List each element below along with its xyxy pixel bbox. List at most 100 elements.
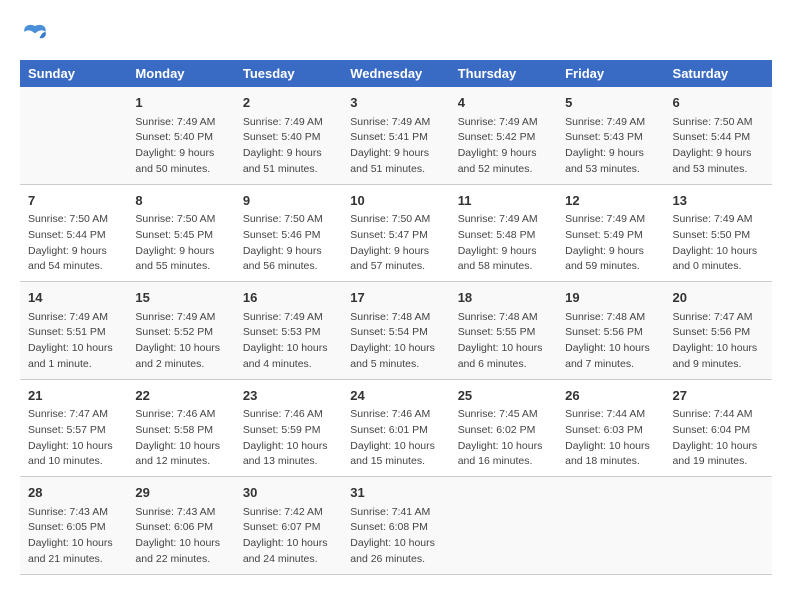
cell-content: Sunrise: 7:50 AM Sunset: 5:45 PM Dayligh… bbox=[135, 212, 226, 275]
calendar-cell: 9Sunrise: 7:50 AM Sunset: 5:46 PM Daylig… bbox=[235, 184, 342, 282]
calendar-cell bbox=[450, 477, 557, 575]
calendar-cell: 25Sunrise: 7:45 AM Sunset: 6:02 PM Dayli… bbox=[450, 379, 557, 477]
cell-content: Sunrise: 7:50 AM Sunset: 5:47 PM Dayligh… bbox=[350, 212, 441, 275]
cell-content: Sunrise: 7:49 AM Sunset: 5:48 PM Dayligh… bbox=[458, 212, 549, 275]
day-header-tuesday: Tuesday bbox=[235, 60, 342, 87]
day-number: 13 bbox=[673, 191, 764, 211]
day-header-monday: Monday bbox=[127, 60, 234, 87]
day-number: 16 bbox=[243, 288, 334, 308]
cell-content: Sunrise: 7:46 AM Sunset: 5:58 PM Dayligh… bbox=[135, 407, 226, 470]
days-header-row: SundayMondayTuesdayWednesdayThursdayFrid… bbox=[20, 60, 772, 87]
day-header-friday: Friday bbox=[557, 60, 664, 87]
day-number: 31 bbox=[350, 483, 441, 503]
day-number: 18 bbox=[458, 288, 549, 308]
day-header-sunday: Sunday bbox=[20, 60, 127, 87]
calendar-cell: 27Sunrise: 7:44 AM Sunset: 6:04 PM Dayli… bbox=[665, 379, 772, 477]
cell-content: Sunrise: 7:49 AM Sunset: 5:42 PM Dayligh… bbox=[458, 115, 549, 178]
cell-content: Sunrise: 7:49 AM Sunset: 5:43 PM Dayligh… bbox=[565, 115, 656, 178]
calendar-cell: 11Sunrise: 7:49 AM Sunset: 5:48 PM Dayli… bbox=[450, 184, 557, 282]
cell-content: Sunrise: 7:44 AM Sunset: 6:04 PM Dayligh… bbox=[673, 407, 764, 470]
day-number: 10 bbox=[350, 191, 441, 211]
cell-content: Sunrise: 7:49 AM Sunset: 5:51 PM Dayligh… bbox=[28, 310, 119, 373]
cell-content: Sunrise: 7:45 AM Sunset: 6:02 PM Dayligh… bbox=[458, 407, 549, 470]
calendar-cell: 29Sunrise: 7:43 AM Sunset: 6:06 PM Dayli… bbox=[127, 477, 234, 575]
page-header bbox=[20, 20, 772, 50]
day-number: 19 bbox=[565, 288, 656, 308]
day-number: 17 bbox=[350, 288, 441, 308]
cell-content: Sunrise: 7:50 AM Sunset: 5:44 PM Dayligh… bbox=[673, 115, 764, 178]
calendar-cell: 16Sunrise: 7:49 AM Sunset: 5:53 PM Dayli… bbox=[235, 282, 342, 380]
calendar-cell: 18Sunrise: 7:48 AM Sunset: 5:55 PM Dayli… bbox=[450, 282, 557, 380]
cell-content: Sunrise: 7:49 AM Sunset: 5:40 PM Dayligh… bbox=[135, 115, 226, 178]
cell-content: Sunrise: 7:41 AM Sunset: 6:08 PM Dayligh… bbox=[350, 505, 441, 568]
day-number: 7 bbox=[28, 191, 119, 211]
calendar-cell: 22Sunrise: 7:46 AM Sunset: 5:58 PM Dayli… bbox=[127, 379, 234, 477]
calendar-cell: 2Sunrise: 7:49 AM Sunset: 5:40 PM Daylig… bbox=[235, 87, 342, 184]
calendar-cell: 14Sunrise: 7:49 AM Sunset: 5:51 PM Dayli… bbox=[20, 282, 127, 380]
day-number: 28 bbox=[28, 483, 119, 503]
calendar-cell: 17Sunrise: 7:48 AM Sunset: 5:54 PM Dayli… bbox=[342, 282, 449, 380]
logo bbox=[20, 20, 54, 50]
calendar-cell: 23Sunrise: 7:46 AM Sunset: 5:59 PM Dayli… bbox=[235, 379, 342, 477]
day-header-thursday: Thursday bbox=[450, 60, 557, 87]
calendar-cell: 8Sunrise: 7:50 AM Sunset: 5:45 PM Daylig… bbox=[127, 184, 234, 282]
day-number: 24 bbox=[350, 386, 441, 406]
week-row-1: 1Sunrise: 7:49 AM Sunset: 5:40 PM Daylig… bbox=[20, 87, 772, 184]
week-row-3: 14Sunrise: 7:49 AM Sunset: 5:51 PM Dayli… bbox=[20, 282, 772, 380]
cell-content: Sunrise: 7:43 AM Sunset: 6:06 PM Dayligh… bbox=[135, 505, 226, 568]
day-number: 27 bbox=[673, 386, 764, 406]
calendar-cell: 28Sunrise: 7:43 AM Sunset: 6:05 PM Dayli… bbox=[20, 477, 127, 575]
calendar-cell: 31Sunrise: 7:41 AM Sunset: 6:08 PM Dayli… bbox=[342, 477, 449, 575]
day-number: 29 bbox=[135, 483, 226, 503]
day-header-wednesday: Wednesday bbox=[342, 60, 449, 87]
calendar-cell: 7Sunrise: 7:50 AM Sunset: 5:44 PM Daylig… bbox=[20, 184, 127, 282]
cell-content: Sunrise: 7:44 AM Sunset: 6:03 PM Dayligh… bbox=[565, 407, 656, 470]
calendar-cell: 15Sunrise: 7:49 AM Sunset: 5:52 PM Dayli… bbox=[127, 282, 234, 380]
cell-content: Sunrise: 7:48 AM Sunset: 5:55 PM Dayligh… bbox=[458, 310, 549, 373]
calendar-cell bbox=[20, 87, 127, 184]
logo-bird-icon bbox=[20, 20, 50, 50]
calendar-cell: 30Sunrise: 7:42 AM Sunset: 6:07 PM Dayli… bbox=[235, 477, 342, 575]
day-number: 9 bbox=[243, 191, 334, 211]
cell-content: Sunrise: 7:50 AM Sunset: 5:46 PM Dayligh… bbox=[243, 212, 334, 275]
calendar-cell: 6Sunrise: 7:50 AM Sunset: 5:44 PM Daylig… bbox=[665, 87, 772, 184]
calendar-cell bbox=[557, 477, 664, 575]
day-number: 15 bbox=[135, 288, 226, 308]
cell-content: Sunrise: 7:43 AM Sunset: 6:05 PM Dayligh… bbox=[28, 505, 119, 568]
week-row-4: 21Sunrise: 7:47 AM Sunset: 5:57 PM Dayli… bbox=[20, 379, 772, 477]
calendar-cell: 12Sunrise: 7:49 AM Sunset: 5:49 PM Dayli… bbox=[557, 184, 664, 282]
day-number: 8 bbox=[135, 191, 226, 211]
day-number: 3 bbox=[350, 93, 441, 113]
week-row-5: 28Sunrise: 7:43 AM Sunset: 6:05 PM Dayli… bbox=[20, 477, 772, 575]
day-number: 21 bbox=[28, 386, 119, 406]
week-row-2: 7Sunrise: 7:50 AM Sunset: 5:44 PM Daylig… bbox=[20, 184, 772, 282]
cell-content: Sunrise: 7:42 AM Sunset: 6:07 PM Dayligh… bbox=[243, 505, 334, 568]
calendar-cell: 10Sunrise: 7:50 AM Sunset: 5:47 PM Dayli… bbox=[342, 184, 449, 282]
calendar-cell: 19Sunrise: 7:48 AM Sunset: 5:56 PM Dayli… bbox=[557, 282, 664, 380]
calendar-cell bbox=[665, 477, 772, 575]
day-number: 1 bbox=[135, 93, 226, 113]
cell-content: Sunrise: 7:49 AM Sunset: 5:40 PM Dayligh… bbox=[243, 115, 334, 178]
cell-content: Sunrise: 7:49 AM Sunset: 5:41 PM Dayligh… bbox=[350, 115, 441, 178]
cell-content: Sunrise: 7:49 AM Sunset: 5:50 PM Dayligh… bbox=[673, 212, 764, 275]
calendar-cell: 13Sunrise: 7:49 AM Sunset: 5:50 PM Dayli… bbox=[665, 184, 772, 282]
cell-content: Sunrise: 7:46 AM Sunset: 5:59 PM Dayligh… bbox=[243, 407, 334, 470]
calendar-cell: 24Sunrise: 7:46 AM Sunset: 6:01 PM Dayli… bbox=[342, 379, 449, 477]
day-number: 5 bbox=[565, 93, 656, 113]
cell-content: Sunrise: 7:49 AM Sunset: 5:49 PM Dayligh… bbox=[565, 212, 656, 275]
day-number: 30 bbox=[243, 483, 334, 503]
day-header-saturday: Saturday bbox=[665, 60, 772, 87]
cell-content: Sunrise: 7:48 AM Sunset: 5:56 PM Dayligh… bbox=[565, 310, 656, 373]
day-number: 12 bbox=[565, 191, 656, 211]
cell-content: Sunrise: 7:49 AM Sunset: 5:53 PM Dayligh… bbox=[243, 310, 334, 373]
calendar-cell: 26Sunrise: 7:44 AM Sunset: 6:03 PM Dayli… bbox=[557, 379, 664, 477]
day-number: 11 bbox=[458, 191, 549, 211]
calendar-cell: 5Sunrise: 7:49 AM Sunset: 5:43 PM Daylig… bbox=[557, 87, 664, 184]
cell-content: Sunrise: 7:46 AM Sunset: 6:01 PM Dayligh… bbox=[350, 407, 441, 470]
cell-content: Sunrise: 7:50 AM Sunset: 5:44 PM Dayligh… bbox=[28, 212, 119, 275]
day-number: 14 bbox=[28, 288, 119, 308]
day-number: 2 bbox=[243, 93, 334, 113]
day-number: 22 bbox=[135, 386, 226, 406]
calendar-cell: 3Sunrise: 7:49 AM Sunset: 5:41 PM Daylig… bbox=[342, 87, 449, 184]
cell-content: Sunrise: 7:48 AM Sunset: 5:54 PM Dayligh… bbox=[350, 310, 441, 373]
